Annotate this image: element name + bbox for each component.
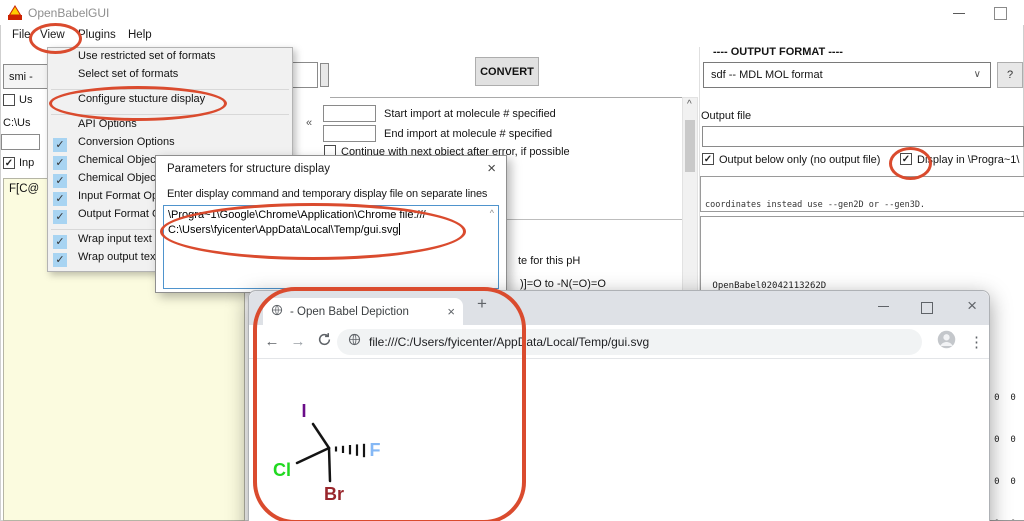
output-below-checkbox[interactable]: ✓ — [702, 153, 714, 165]
minimize-icon[interactable] — [953, 13, 965, 14]
dialog-instruction: Enter display command and temporary disp… — [167, 188, 488, 200]
output-format-header: ---- OUTPUT FORMAT ---- — [713, 46, 843, 58]
window-title: OpenBabelGUI — [28, 6, 110, 20]
tab-close-icon[interactable]: × — [447, 304, 455, 319]
atom-label-f: F — [370, 440, 381, 460]
app-icon — [7, 5, 23, 21]
ph-option-fragment: te for this pH — [518, 255, 581, 267]
output-below-label: Output below only (no output file) — [719, 154, 881, 166]
display-in-checkbox[interactable]: ✓ — [900, 153, 912, 165]
input-format-combo[interactable]: smi - — [3, 64, 49, 89]
openbabel-window: OpenBabelGUI File View Plugins Help smi … — [0, 0, 1024, 521]
end-import-label: End import at molecule # specified — [384, 128, 553, 140]
check-icon: ✓ — [53, 253, 67, 267]
bond-c-br — [327, 446, 332, 483]
output-format-combo[interactable]: sdf -- MDL MOL format ∨ — [703, 62, 991, 88]
use-checkbox[interactable] — [3, 94, 15, 106]
text-cursor — [398, 223, 400, 235]
atom-label-cl: Cl — [273, 460, 291, 480]
input-path-label: C:\Us — [3, 117, 31, 129]
smiles-text: F[C@ — [9, 183, 40, 195]
check-icon: ✓ — [53, 192, 67, 206]
browser-window: - Open Babel Depiction × + × ← → file://… — [248, 290, 990, 521]
display-command-textarea[interactable]: \Progra~1\Google\Chrome\Application\Chro… — [163, 205, 499, 289]
browser-close-icon[interactable]: × — [967, 296, 977, 316]
end-import-field[interactable] — [323, 125, 376, 142]
tab-title: - Open Babel Depiction — [290, 305, 409, 318]
start-import-label: Start import at molecule # specified — [384, 108, 556, 120]
atom-label-br: Br — [324, 484, 344, 504]
hash-wedge-bond-c-f — [334, 443, 366, 458]
scroll-up-icon[interactable]: ^ — [687, 99, 692, 110]
input-below-checkbox[interactable]: ✓ — [3, 157, 15, 169]
check-icon: ✓ — [53, 235, 67, 249]
menu-file[interactable]: File — [12, 29, 31, 41]
menu-item-conversion-options[interactable]: ✓ Conversion Options — [48, 136, 292, 154]
browser-minimize-icon[interactable] — [878, 306, 889, 307]
convert-button[interactable]: CONVERT — [475, 57, 539, 86]
menu-item-configure-structure-display[interactable]: Configure stucture display — [48, 93, 292, 111]
menu-separator — [48, 111, 292, 118]
close-icon[interactable]: × — [487, 160, 496, 177]
bond-c-i — [311, 422, 331, 450]
avatar[interactable] — [936, 329, 957, 355]
command-line-1: \Progra~1\Google\Chrome\Application\Chro… — [168, 209, 426, 221]
dialog-title: Parameters for structure display — [167, 163, 330, 175]
address-bar[interactable]: file:///C:/Users/fyicenter/AppData/Local… — [337, 328, 922, 355]
format-help-button[interactable]: ? — [997, 62, 1023, 88]
globe-icon — [348, 333, 361, 351]
menu-help[interactable]: Help — [128, 29, 152, 41]
forward-icon[interactable]: → — [285, 333, 311, 350]
browser-tab-strip: - Open Babel Depiction × + × — [249, 291, 989, 325]
back-icon[interactable]: ← — [259, 333, 285, 350]
browser-maximize-icon[interactable] — [921, 302, 933, 314]
message-box: coordinates instead use --gen2D or --gen… — [700, 176, 1024, 240]
check-icon: ✓ — [53, 138, 67, 152]
browser-menu-icon[interactable]: ⋮ — [969, 333, 984, 351]
textarea-scroll-up-icon[interactable]: ^ — [490, 208, 494, 218]
input-file-field[interactable] — [1, 134, 40, 150]
menu-item-select-set[interactable]: Select set of formats — [48, 68, 292, 86]
bond-c-cl — [295, 446, 331, 465]
message-line: coordinates instead use --gen2D or --gen… — [705, 200, 926, 210]
splitter-handle[interactable] — [320, 63, 329, 87]
browser-content: I F Cl Br — [249, 359, 989, 521]
display-in-label: Display in \Progra~1\ — [917, 154, 1020, 166]
menu-item-api-options[interactable]: API Options — [48, 118, 292, 136]
input-below-label: Inp — [19, 157, 35, 169]
globe-icon — [271, 303, 283, 321]
menu-item-use-restricted[interactable]: Use restricted set of formats — [48, 50, 292, 68]
dative-option-fragment: )]=O to -N(=O)=O — [520, 278, 606, 290]
chevron-down-icon: ∨ — [973, 69, 981, 80]
collapse-icon[interactable]: « — [306, 117, 312, 129]
output-file-field[interactable] — [702, 126, 1024, 147]
use-checkbox-label: Us — [19, 94, 33, 106]
molecule-depiction: I F Cl Br — [273, 401, 381, 504]
scrollbar-thumb[interactable] — [685, 120, 695, 172]
atom-label-i: I — [301, 401, 306, 421]
maximize-icon[interactable] — [994, 7, 1007, 20]
new-tab-icon[interactable]: + — [477, 294, 487, 314]
menu-separator — [48, 86, 292, 93]
reload-icon[interactable] — [311, 332, 337, 351]
title-bar: OpenBabelGUI — [0, 0, 1024, 25]
check-icon: ✓ — [53, 210, 67, 224]
start-import-field[interactable] — [323, 105, 376, 122]
output-file-label: Output file — [701, 110, 752, 122]
command-line-2: C:\Users\fyicenter\AppData\Local\Temp/gu… — [168, 224, 399, 236]
structure-display-dialog: Parameters for structure display × Enter… — [155, 155, 507, 293]
menu-plugins[interactable]: Plugins — [78, 29, 116, 41]
url-text: file:///C:/Users/fyicenter/AppData/Local… — [369, 334, 650, 349]
browser-toolbar: ← → file:///C:/Users/fyicenter/AppData/L… — [249, 325, 989, 359]
check-icon: ✓ — [53, 156, 67, 170]
browser-tab[interactable]: - Open Babel Depiction × — [263, 298, 463, 325]
check-icon: ✓ — [53, 174, 67, 188]
menu-view[interactable]: View — [40, 29, 65, 41]
